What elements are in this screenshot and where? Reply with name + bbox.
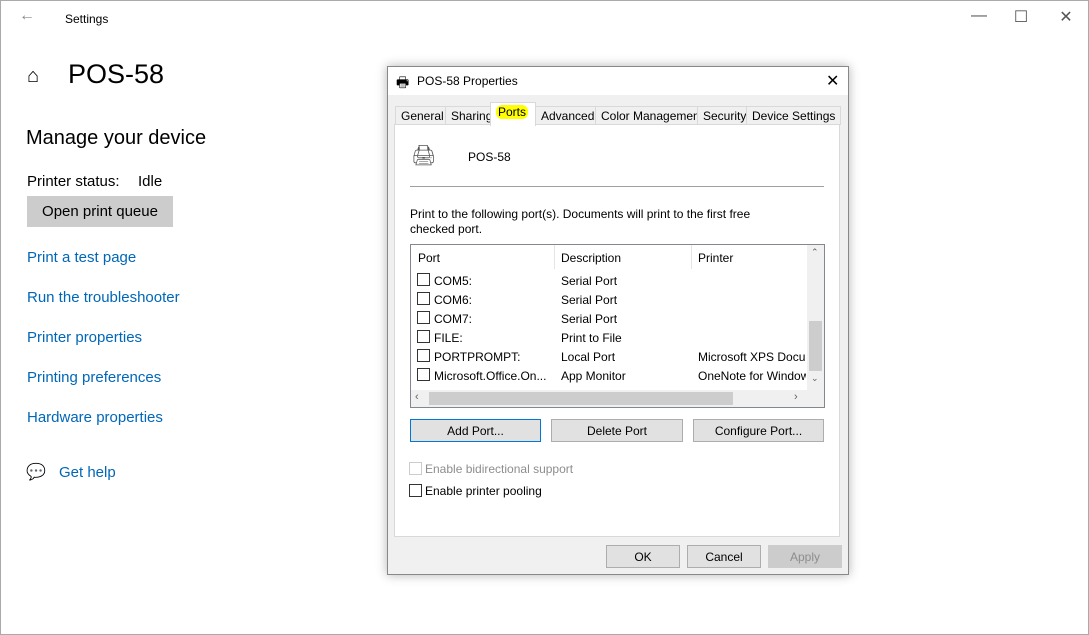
add-port-button[interactable]: Add Port... <box>410 419 541 442</box>
dialog-close-icon[interactable]: ✕ <box>826 71 839 91</box>
tab-color-management[interactable]: Color Management <box>595 106 710 125</box>
link-hardware-properties[interactable]: Hardware properties <box>27 409 163 426</box>
port-checkbox[interactable] <box>417 330 430 343</box>
description-cell: Serial Port <box>561 293 618 307</box>
printer-name: POS-58 <box>468 150 511 164</box>
bidi-label: Enable bidirectional support <box>425 462 574 476</box>
home-icon[interactable]: ⌂ <box>27 65 39 88</box>
port-cell: COM7: <box>434 312 473 326</box>
printer-device-icon: 🖨 <box>411 145 437 167</box>
description-cell: App Monitor <box>561 369 626 383</box>
pooling-checkbox[interactable] <box>409 484 422 497</box>
help-icon: 💬 <box>26 464 46 481</box>
tab-ports-label: Ports <box>496 105 529 119</box>
section-title: Manage your device <box>26 127 207 149</box>
printer-cell: OneNote for Window <box>698 369 806 383</box>
description-cell: Print to File <box>561 331 622 345</box>
open-print-queue-button[interactable]: Open print queue <box>27 196 173 227</box>
get-help-link[interactable]: Get help <box>59 464 116 481</box>
divider <box>410 186 824 187</box>
dialog-title: POS-58 Properties <box>417 74 518 88</box>
printer-cell: Microsoft XPS Docur <box>698 350 806 364</box>
scroll-thumb[interactable] <box>809 321 822 371</box>
link-print-test-page[interactable]: Print a test page <box>27 249 136 266</box>
instructions: Print to the following port(s). Document… <box>410 207 751 236</box>
vertical-scrollbar[interactable]: ⌃ ⌄ <box>807 245 824 390</box>
maximize-icon[interactable]: ☐ <box>1011 7 1031 27</box>
description-cell: Serial Port <box>561 274 618 288</box>
port-checkbox[interactable] <box>417 273 430 286</box>
table-row[interactable]: COM6: Serial Port <box>411 290 806 309</box>
table-row[interactable]: COM7: Serial Port <box>411 309 806 328</box>
description-cell: Serial Port <box>561 312 618 326</box>
printer-icon: 🖶 <box>396 74 410 90</box>
table-row[interactable]: Microsoft.Office.On... App Monitor OneNo… <box>411 366 806 385</box>
ports-list[interactable]: Port Description Printer COM5: Serial Po… <box>410 244 825 408</box>
table-row[interactable]: COM5: Serial Port <box>411 271 806 290</box>
port-cell: PORTPROMPT: <box>434 350 521 364</box>
col-printer[interactable]: Printer <box>698 251 733 265</box>
port-checkbox[interactable] <box>417 292 430 305</box>
page-title: POS-58 <box>68 59 165 89</box>
port-cell: FILE: <box>434 331 463 345</box>
port-checkbox[interactable] <box>417 349 430 362</box>
tab-device-settings[interactable]: Device Settings <box>746 106 842 125</box>
col-description[interactable]: Description <box>561 251 621 265</box>
horizontal-scrollbar[interactable]: ‹ › <box>411 390 824 407</box>
delete-port-button[interactable]: Delete Port <box>551 419 683 442</box>
bidi-checkbox[interactable] <box>409 462 422 475</box>
link-printing-preferences[interactable]: Printing preferences <box>27 369 161 386</box>
properties-dialog: 🖶 POS-58 Properties ✕ General Sharing Po… <box>387 66 849 575</box>
tab-general[interactable]: General <box>395 106 450 125</box>
minimize-icon[interactable]: — <box>969 7 989 25</box>
tab-advanced[interactable]: Advanced <box>535 106 601 125</box>
dialog-titlebar: 🖶 POS-58 Properties ✕ <box>388 67 848 95</box>
table-row[interactable]: FILE: Print to File <box>411 328 806 347</box>
ok-button[interactable]: OK <box>606 545 680 568</box>
port-cell: Microsoft.Office.On... <box>434 369 547 383</box>
status-value: Idle <box>138 173 163 190</box>
table-row[interactable]: PORTPROMPT: Local Port Microsoft XPS Doc… <box>411 347 806 366</box>
port-checkbox[interactable] <box>417 368 430 381</box>
col-port[interactable]: Port <box>418 251 440 265</box>
tab-ports[interactable]: Ports <box>490 102 536 126</box>
status-label: Printer status: <box>27 173 120 190</box>
port-cell: COM5: <box>434 274 473 288</box>
window-title: Settings <box>65 12 109 26</box>
hscroll-thumb[interactable] <box>429 392 733 405</box>
cancel-button[interactable]: Cancel <box>687 545 761 568</box>
configure-port-button[interactable]: Configure Port... <box>693 419 824 442</box>
apply-button[interactable]: Apply <box>768 545 842 568</box>
tab-security[interactable]: Security <box>697 106 753 125</box>
ports-panel: 🖨 POS-58 Print to the following port(s).… <box>394 124 840 537</box>
description-cell: Local Port <box>561 350 616 364</box>
port-checkbox[interactable] <box>417 311 430 324</box>
back-arrow-icon[interactable]: ← <box>19 7 35 25</box>
pooling-label: Enable printer pooling <box>425 484 542 498</box>
close-icon[interactable]: ✕ <box>1056 7 1076 27</box>
port-cell: COM6: <box>434 293 473 307</box>
link-troubleshooter[interactable]: Run the troubleshooter <box>27 289 180 306</box>
link-printer-properties[interactable]: Printer properties <box>27 329 142 346</box>
